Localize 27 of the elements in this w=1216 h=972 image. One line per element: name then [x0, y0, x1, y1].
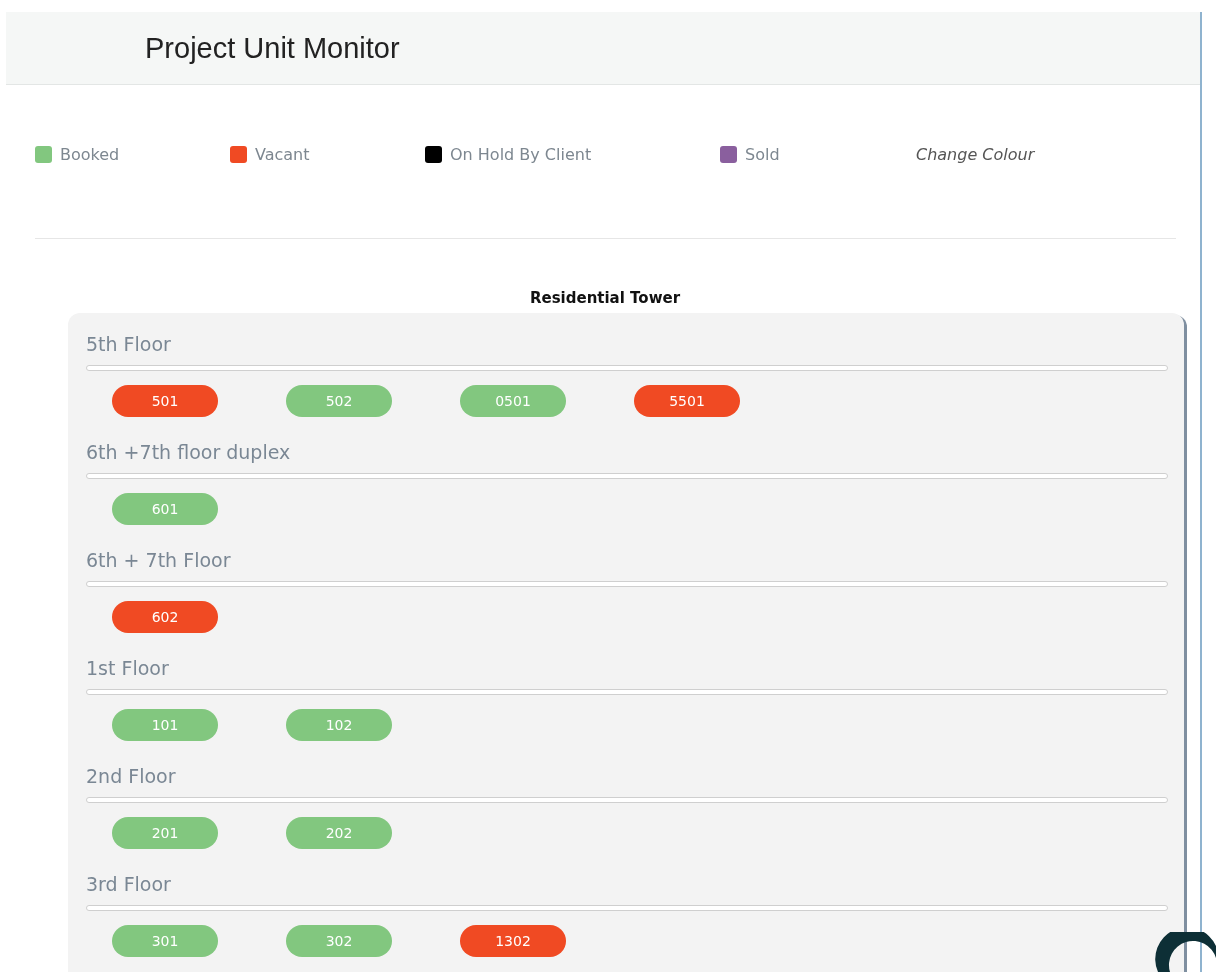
unit-button[interactable]: 301	[112, 925, 218, 957]
unit-button[interactable]: 1302	[460, 925, 566, 957]
unit-button[interactable]: 201	[112, 817, 218, 849]
floor-name: 6th +7th floor duplex	[86, 441, 292, 465]
unit-button[interactable]: 5501	[634, 385, 740, 417]
unit-button[interactable]: 502	[286, 385, 392, 417]
unit-button[interactable]: 601	[112, 493, 218, 525]
floor-name: 2nd Floor	[86, 765, 177, 789]
chat-widget-icon[interactable]	[1154, 932, 1216, 972]
legend-label: Sold	[745, 144, 780, 164]
unit-button[interactable]: 302	[286, 925, 392, 957]
legend-label: Booked	[60, 144, 120, 164]
unit-button[interactable]: 602	[112, 601, 218, 633]
unit-button[interactable]: 202	[286, 817, 392, 849]
page-title: Project Unit Monitor	[145, 31, 400, 65]
legend-label: Vacant	[255, 144, 310, 164]
tower-title: Residential Tower	[528, 289, 682, 307]
change-colour-link[interactable]: Change Colour	[916, 144, 1200, 164]
legend-label: On Hold By Client	[450, 144, 592, 164]
unit-button[interactable]: 101	[112, 709, 218, 741]
floor-name: 5th Floor	[86, 333, 172, 357]
unit-button[interactable]: 0501	[460, 385, 566, 417]
floor-name: 3rd Floor	[86, 873, 172, 897]
floor-name: 1st Floor	[86, 657, 170, 681]
unit-button[interactable]: 102	[286, 709, 392, 741]
floor-name: 6th + 7th Floor	[86, 549, 232, 573]
unit-button[interactable]: 501	[112, 385, 218, 417]
